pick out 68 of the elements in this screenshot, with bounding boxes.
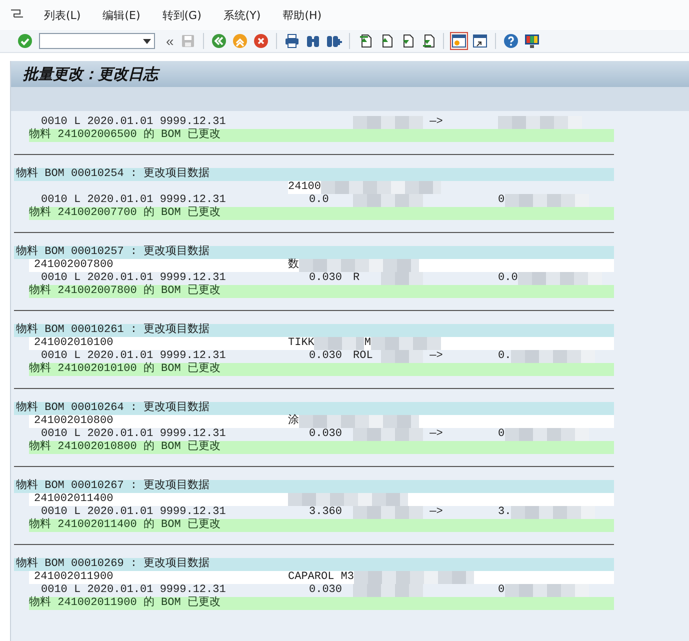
material-description: 24100 — [288, 181, 322, 194]
change-arrow: —> — [428, 428, 444, 441]
success-message: 物料 241002007800 的 BOM 已更改 — [29, 285, 614, 298]
new-quantity: 3. — [498, 506, 512, 519]
success-message: 物料 241002007700 的 BOM 已更改 — [29, 207, 614, 220]
new-quantity: 0. — [498, 350, 512, 363]
success-message: 物料 241002010800 的 BOM 已更改 — [29, 441, 614, 454]
old-quantity: 0.0 — [309, 194, 330, 207]
new-quantity: 0 — [498, 194, 505, 207]
material-description: 涂 — [288, 415, 299, 428]
menu-item[interactable]: 帮助(H) — [280, 6, 324, 24]
material-number: 241002010100 — [34, 337, 114, 349]
old-quantity: 0.030 — [309, 350, 344, 363]
material-description: 数 — [288, 259, 299, 272]
blurred-area — [314, 337, 364, 350]
success-message: 物料 241002010100 的 BOM 已更改 — [29, 363, 614, 376]
screen-title: 批量更改：更改日志 — [23, 64, 158, 84]
old-quantity: 3.360 — [309, 506, 344, 519]
check-icon[interactable] — [16, 32, 34, 50]
menu-item[interactable]: 编辑(E) — [100, 6, 142, 24]
unit: ROL — [353, 350, 374, 363]
collapse-button[interactable]: « — [164, 33, 176, 49]
section-header: 物料 BOM 00010269 : 更改项目数据 — [14, 558, 614, 571]
monitor-icon[interactable] — [522, 32, 541, 50]
unit: R — [353, 272, 361, 285]
material-number: 241002011400 — [34, 493, 114, 505]
section-header: 物料 BOM 00010261 : 更改项目数据 — [14, 324, 614, 337]
cancel-icon[interactable] — [252, 32, 270, 50]
item-dates: 0010 L 2020.01.01 9999.12.31 — [41, 350, 227, 362]
blurred-area — [353, 116, 423, 129]
item-dates: 0010 L 2020.01.01 9999.12.31 — [41, 584, 227, 596]
new-quantity: 0 — [498, 584, 505, 597]
printer-icon[interactable] — [282, 32, 301, 50]
material-number: 241002011900 — [34, 571, 114, 583]
old-quantity: 0.030 — [309, 428, 344, 441]
item-dates: 0010 L 2020.01.01 9999.12.31 — [41, 116, 227, 128]
old-quantity: 0.030 — [309, 584, 344, 597]
menu-item[interactable]: 转到(G) — [160, 6, 204, 24]
menu-item[interactable]: 系统(Y) — [221, 6, 263, 24]
dropdown-caret-icon[interactable] — [143, 38, 151, 44]
new-quantity: 0.0 — [498, 272, 518, 285]
section-header: 物料 BOM 00010267 : 更改项目数据 — [14, 480, 614, 493]
new-window-icon[interactable] — [450, 32, 468, 50]
change-arrow: —> — [428, 116, 444, 129]
section-header: 物料 BOM 00010254 : 更改项目数据 — [14, 168, 614, 181]
change-arrow: —> — [428, 350, 444, 363]
success-message: 物料 241002006500 的 BOM 已更改 — [29, 129, 614, 142]
new-quantity: 0 — [498, 428, 505, 441]
material-description: TIKK — [288, 337, 314, 350]
material-number: 241002010800 — [34, 415, 114, 427]
change-arrow: —> — [428, 506, 444, 519]
back-icon[interactable] — [210, 32, 228, 50]
shortcut-icon[interactable] — [470, 32, 489, 50]
material-number: 241002007800 — [34, 259, 114, 271]
item-dates: 0010 L 2020.01.01 9999.12.31 — [41, 194, 227, 206]
item-dates: 0010 L 2020.01.01 9999.12.31 — [41, 272, 227, 284]
section-header: 物料 BOM 00010257 : 更改项目数据 — [14, 246, 614, 259]
item-dates: 0010 L 2020.01.01 9999.12.31 — [41, 506, 227, 518]
section-header: 物料 BOM 00010264 : 更改项目数据 — [14, 402, 614, 415]
success-message: 物料 241002011400 的 BOM 已更改 — [29, 519, 614, 532]
material-description: CAPAROL M3 — [288, 571, 354, 584]
success-message: 物料 241002011900 的 BOM 已更改 — [29, 597, 614, 610]
menu-item[interactable]: 列表(L) — [42, 6, 83, 24]
item-dates: 0010 L 2020.01.01 9999.12.31 — [41, 428, 227, 440]
material-description: M — [364, 337, 372, 350]
help-icon[interactable] — [502, 32, 520, 50]
old-quantity: 0.030 — [309, 272, 344, 285]
command-field[interactable] — [39, 33, 155, 49]
